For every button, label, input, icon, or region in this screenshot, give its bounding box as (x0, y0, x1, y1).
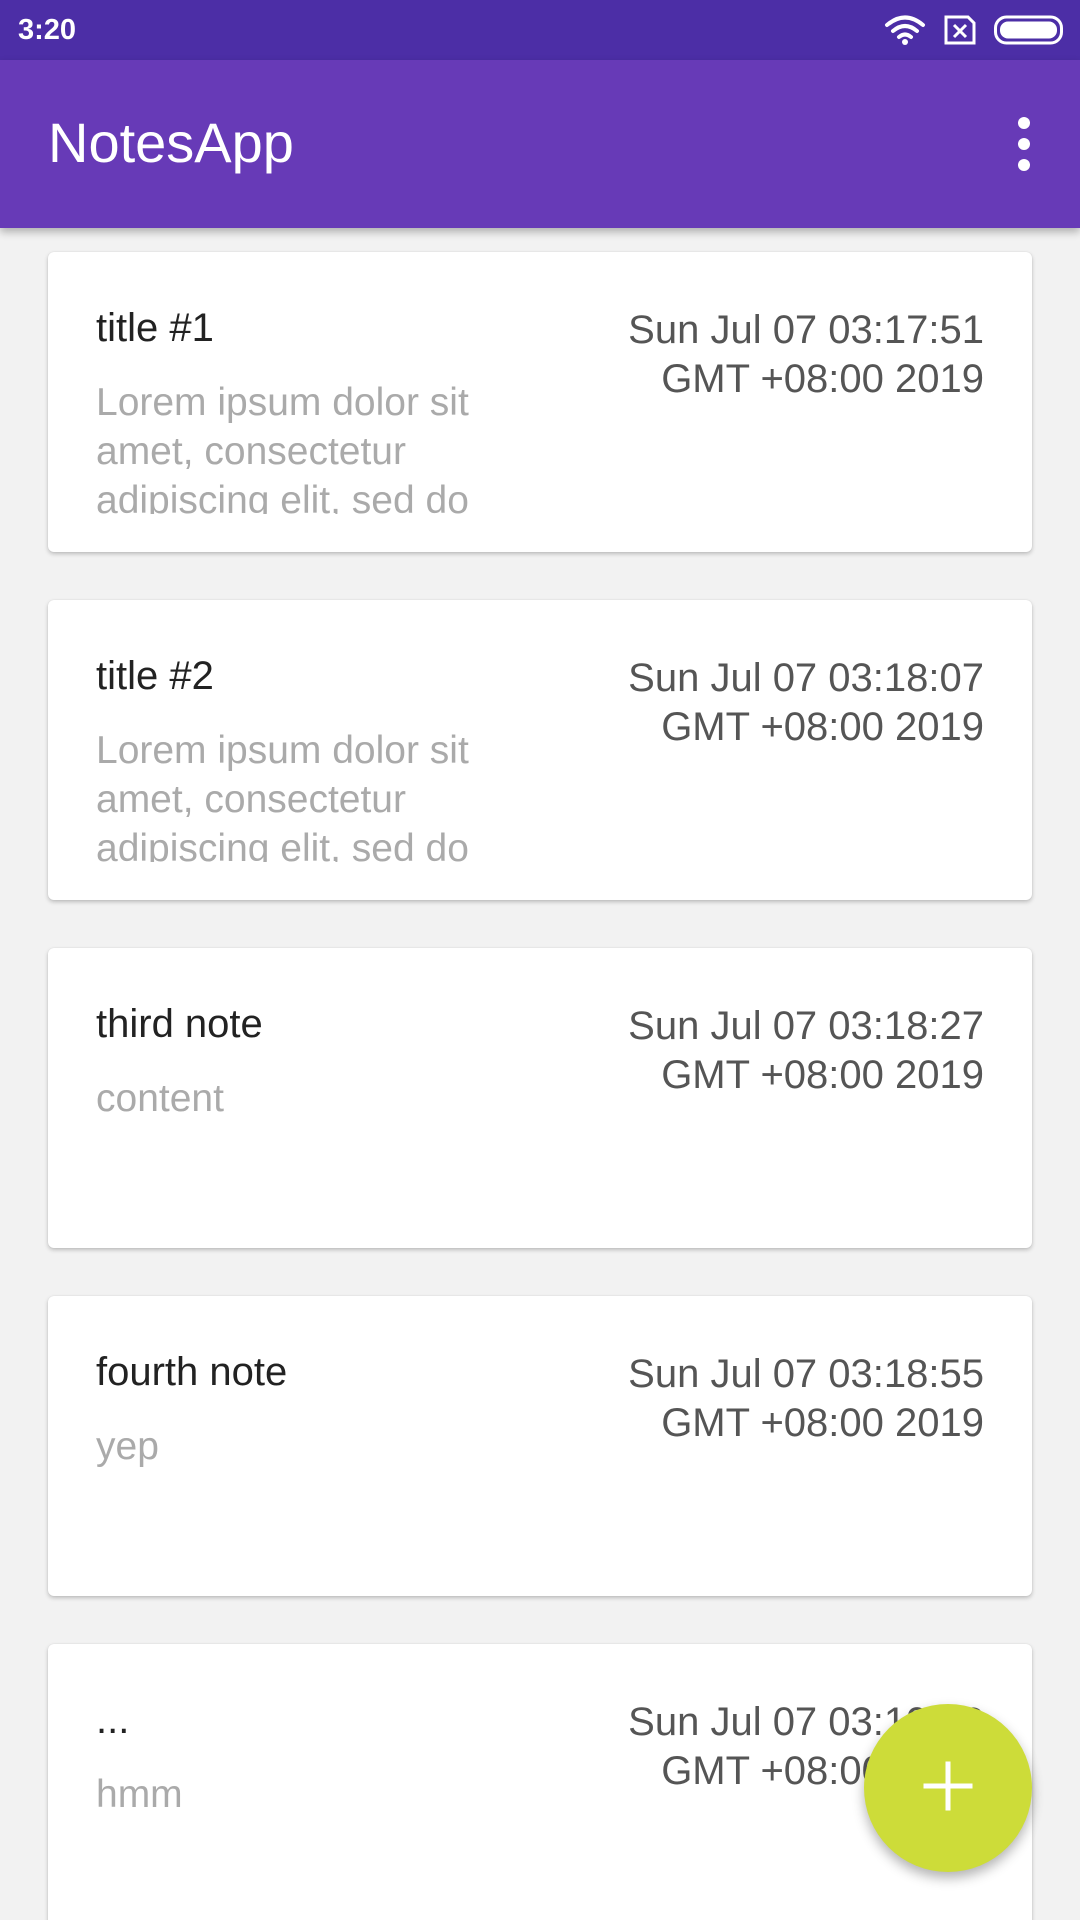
status-icons (884, 14, 1066, 46)
overflow-dot (1018, 159, 1030, 171)
note-card[interactable]: fourth note yep Sun Jul 07 03:18:55 GMT … (48, 1296, 1032, 1596)
note-title: title #2 (96, 654, 214, 698)
more-vert-icon[interactable] (994, 112, 1054, 176)
note-date: Sun Jul 07 03:18:07 GMT +08:00 2019 (628, 656, 984, 749)
note-card[interactable]: title #1 Lorem ipsum dolor sit amet, con… (48, 252, 1032, 552)
notes-list[interactable]: title #1 Lorem ipsum dolor sit amet, con… (0, 228, 1080, 1920)
note-content: hmm (96, 1773, 183, 1816)
overflow-dot (1018, 138, 1030, 150)
status-time: 3:20 (18, 14, 77, 46)
note-card[interactable]: title #2 Lorem ipsum dolor sit amet, con… (48, 600, 1032, 900)
wifi-icon (884, 14, 926, 46)
note-date: Sun Jul 07 03:18:27 GMT +08:00 2019 (628, 1004, 984, 1097)
note-content: Lorem ipsum dolor sit amet, consectetur … (96, 729, 469, 862)
note-date: Sun Jul 07 03:18:55 GMT +08:00 2019 (628, 1352, 984, 1445)
add-note-button[interactable] (864, 1704, 1032, 1872)
note-title: third note (96, 1002, 263, 1046)
battery-icon (994, 15, 1066, 45)
app-bar: NotesApp (0, 60, 1080, 228)
note-title: fourth note (96, 1350, 288, 1394)
note-title: title #1 (96, 306, 214, 350)
app-title: NotesApp (48, 111, 294, 174)
no-sim-icon (944, 15, 976, 45)
overflow-dot (1018, 117, 1030, 129)
note-content: Lorem ipsum dolor sit amet, consectetur … (96, 381, 469, 514)
note-content: yep (96, 1425, 159, 1468)
note-title: ... (96, 1698, 130, 1742)
add-icon (923, 1761, 973, 1816)
note-date: Sun Jul 07 03:17:51 GMT +08:00 2019 (628, 308, 984, 401)
status-bar: 3:20 (0, 0, 1080, 60)
note-content: content (96, 1077, 224, 1120)
note-card[interactable]: third note content Sun Jul 07 03:18:27 G… (48, 948, 1032, 1248)
